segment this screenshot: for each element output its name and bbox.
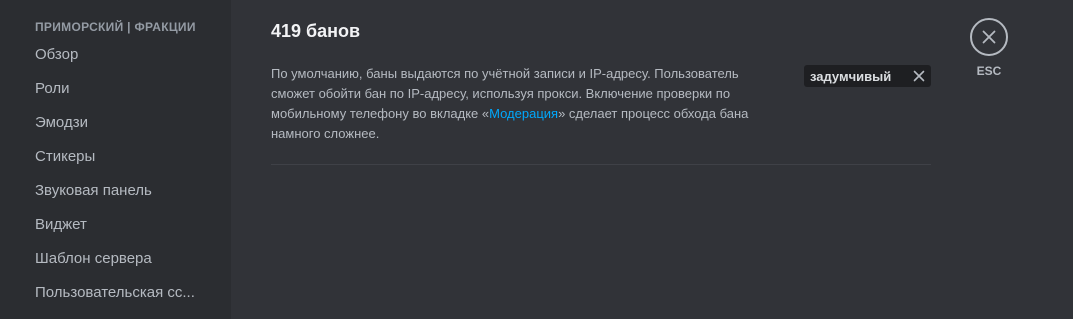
bans-content: 419 банов По умолчанию, баны выдаются по… [271,20,931,165]
sidebar-item-emoji[interactable]: Эмодзи [27,107,215,139]
settings-sidebar: ПРИМОРСКИЙ | ФРАКЦИИ Обзор Роли Эмодзи С… [0,0,231,319]
server-settings-modal: ПРИМОРСКИЙ | ФРАКЦИИ Обзор Роли Эмодзи С… [0,0,1073,319]
description-row: По умолчанию, баны выдаются по учётной з… [271,64,931,144]
close-button[interactable] [970,18,1008,56]
sidebar-item-widget[interactable]: Виджет [27,209,215,241]
sidebar-item-soundboard[interactable]: Звуковая панель [27,175,215,207]
close-area: ESC [970,18,1008,78]
moderation-link[interactable]: Модерация [489,106,558,121]
bans-panel: 419 банов По умолчанию, баны выдаются по… [231,0,1073,319]
sidebar-item-overview[interactable]: Обзор [27,39,215,71]
sidebar-item-custom-link[interactable]: Пользовательская сс... [27,277,215,309]
ban-search-input[interactable]: задумчивый [804,65,931,87]
clear-search-icon[interactable] [913,70,925,82]
sidebar-item-server-template[interactable]: Шаблон сервера [27,243,215,275]
close-icon [982,30,996,44]
sidebar-item-roles[interactable]: Роли [27,73,215,105]
search-query[interactable]: задумчивый [810,69,891,84]
divider [271,164,931,165]
sidebar-item-stickers[interactable]: Стикеры [27,141,215,173]
page-title: 419 банов [271,21,361,41]
sidebar-header: ПРИМОРСКИЙ | ФРАКЦИИ [35,20,196,34]
bans-description: По умолчанию, баны выдаются по учётной з… [271,64,761,144]
esc-label: ESC [976,64,1002,78]
